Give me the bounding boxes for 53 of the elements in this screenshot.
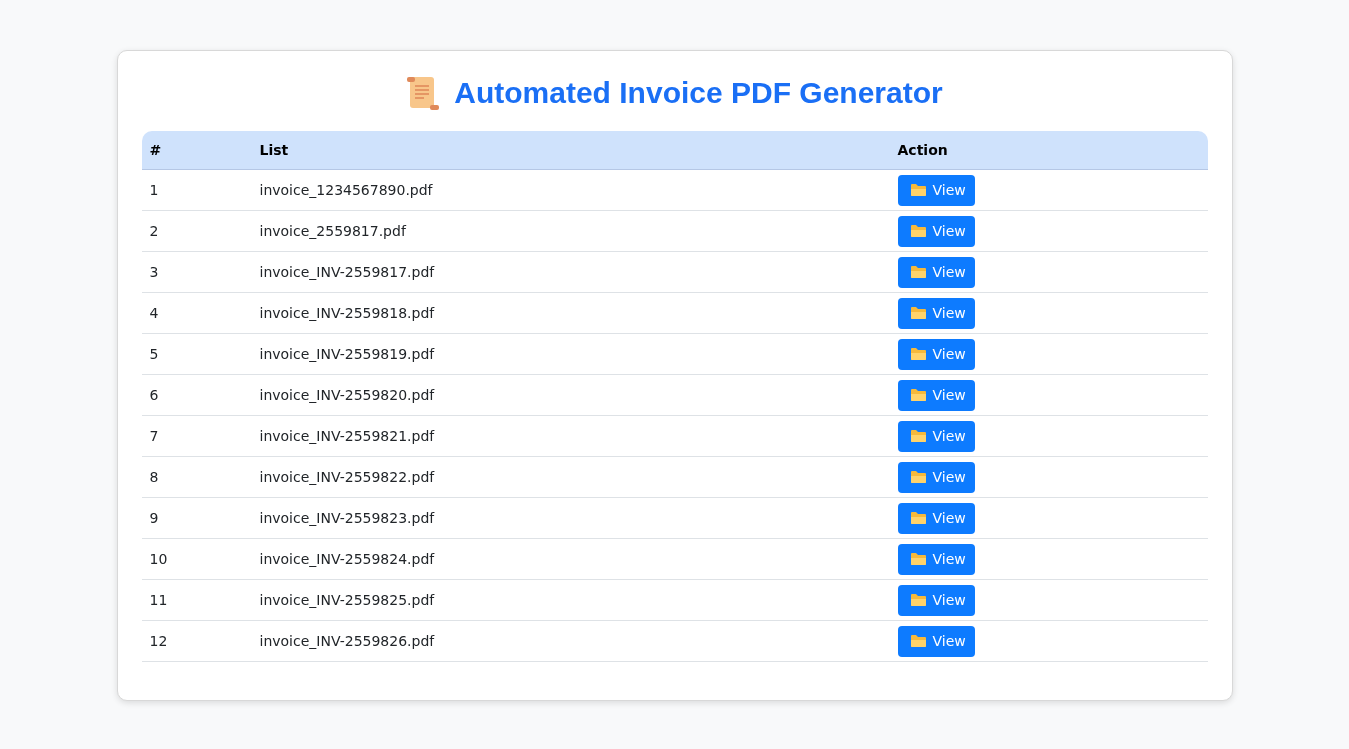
folder-icon [909,183,927,197]
view-button[interactable]: View [897,625,975,657]
column-header: List [251,131,890,170]
row-number: 12 [141,620,252,662]
row-number: 6 [141,374,252,416]
file-name-cell: invoice_2559817.pdf [251,210,890,252]
file-name-cell: invoice_INV-2559817.pdf [251,251,890,293]
row-number: 7 [141,415,252,457]
row-number: 3 [141,251,252,293]
row-number: 4 [141,292,252,334]
folder-icon [909,470,927,484]
folder-icon [909,388,927,402]
row-number: 5 [141,333,252,375]
column-header: # [141,131,252,170]
folder-icon [909,306,927,320]
folder-icon [909,634,927,648]
view-button[interactable]: View [897,379,975,411]
row-number: 10 [141,538,252,580]
view-button[interactable]: View [897,174,975,206]
view-button[interactable]: View [897,502,975,534]
row-number: 11 [141,579,252,621]
row-number: 9 [141,497,252,539]
row-number: 8 [141,456,252,498]
folder-icon [909,511,927,525]
file-name-cell: invoice_INV-2559825.pdf [251,579,890,621]
file-name-cell: invoice_INV-2559822.pdf [251,456,890,498]
view-button[interactable]: View [897,338,975,370]
scroll-icon [406,75,441,111]
folder-icon [909,265,927,279]
view-button[interactable]: View [897,584,975,616]
folder-icon [909,429,927,443]
file-name-cell: invoice_INV-2559821.pdf [251,415,890,457]
row-number: 1 [141,169,252,211]
file-name-cell: invoice_INV-2559818.pdf [251,292,890,334]
row-number: 2 [141,210,252,252]
folder-icon [909,347,927,361]
view-button[interactable]: View [897,543,975,575]
folder-icon [909,593,927,607]
file-name-cell: invoice_INV-2559820.pdf [251,374,890,416]
view-button[interactable]: View [897,256,975,288]
file-name-cell: invoice_INV-2559819.pdf [251,333,890,375]
view-button[interactable]: View [897,215,975,247]
view-button[interactable]: View [897,420,975,452]
view-button[interactable]: View [897,297,975,329]
file-name-cell: invoice_INV-2559824.pdf [251,538,890,580]
file-name-cell: invoice_INV-2559826.pdf [251,620,890,662]
file-name-cell: invoice_INV-2559823.pdf [251,497,890,539]
view-button[interactable]: View [897,461,975,493]
page-title: Automated Invoice PDF Generator [454,76,943,110]
file-name-cell: invoice_1234567890.pdf [251,169,890,211]
folder-icon [909,552,927,566]
column-header: Action [889,131,1208,170]
folder-icon [909,224,927,238]
